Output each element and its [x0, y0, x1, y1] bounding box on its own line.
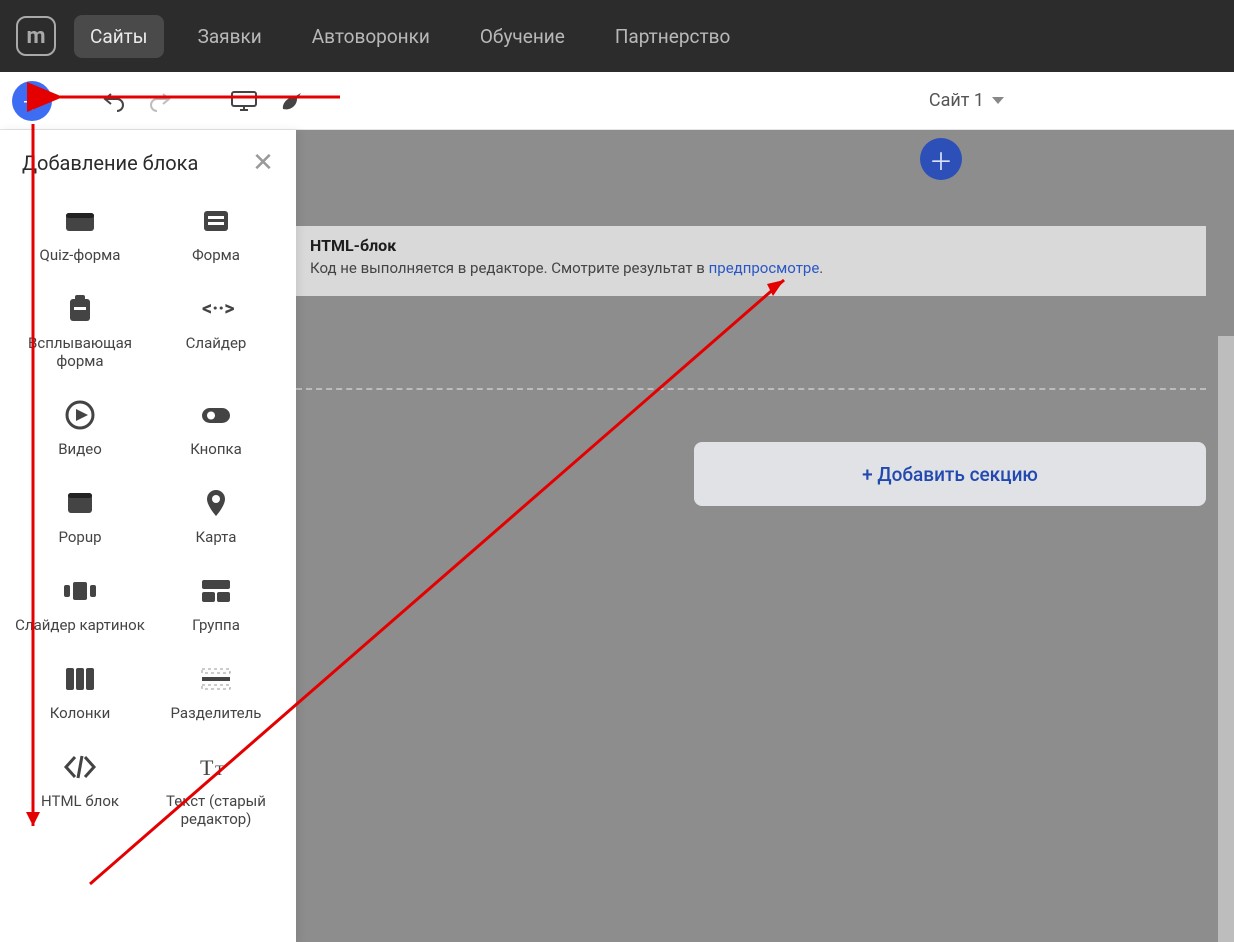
clipboard-icon [61, 292, 99, 326]
block-option-clipboard[interactable]: Всплывающая форма [14, 292, 146, 370]
add-block-button[interactable]: ＋ [12, 81, 52, 121]
block-option-columns[interactable]: Колонки [14, 662, 146, 722]
editor-toolbar: ＋ Сайт 1 [0, 72, 1234, 130]
block-option-group[interactable]: Группа [150, 574, 282, 634]
slider-icon: <··> [197, 292, 235, 326]
columns-icon [61, 662, 99, 696]
preview-link[interactable]: предпросмотре [709, 259, 820, 277]
top-nav: m Сайты Заявки Автоворонки Обучение Парт… [0, 0, 1234, 72]
html-block-note: Код не выполняется в редакторе. Смотрите… [310, 259, 1192, 277]
logo-icon[interactable]: m [16, 16, 56, 56]
block-option-carousel[interactable]: Слайдер картинок [14, 574, 146, 634]
desktop-view-icon[interactable] [228, 85, 260, 117]
nav-item-sites[interactable]: Сайты [74, 15, 164, 58]
block-option-label: Popup [58, 528, 101, 546]
button-icon [197, 398, 235, 432]
block-option-divider[interactable]: Разделитель [150, 662, 282, 722]
svg-text:T: T [215, 763, 224, 779]
svg-text:<··>: <··> [202, 296, 234, 320]
block-option-popup[interactable]: Popup [14, 486, 146, 546]
block-option-label: Разделитель [171, 704, 262, 722]
block-option-form[interactable]: Форма [150, 204, 282, 264]
popup-icon [61, 486, 99, 520]
html-block-title: HTML-блок [310, 236, 1192, 255]
block-option-code[interactable]: HTML блок [14, 750, 146, 828]
block-option-label: Текст (старый редактор) [150, 792, 282, 828]
text-icon: TT [197, 750, 235, 784]
add-block-panel: Добавление блока ✕ Quiz-форма Форма Всплыв… [0, 130, 296, 942]
site-selector-label: Сайт 1 [929, 90, 984, 111]
form-icon [197, 204, 235, 238]
block-option-text[interactable]: TT Текст (старый редактор) [150, 750, 282, 828]
block-option-card[interactable]: Quiz-форма [14, 204, 146, 264]
nav-item-partnership[interactable]: Партнерство [599, 15, 746, 58]
pin-icon [197, 486, 235, 520]
block-option-slider[interactable]: <··> Слайдер [150, 292, 282, 370]
divider-icon [197, 662, 235, 696]
block-option-label: HTML блок [41, 792, 119, 810]
carousel-icon [61, 574, 99, 608]
card-icon [61, 204, 99, 238]
block-option-label: Quiz-форма [40, 246, 121, 264]
block-option-label: Видео [58, 440, 102, 458]
site-selector[interactable]: Сайт 1 [929, 90, 1004, 111]
block-option-label: Карта [196, 528, 237, 546]
html-block-placeholder[interactable]: HTML-блок Код не выполняется в редакторе… [296, 226, 1206, 296]
group-icon [197, 574, 235, 608]
block-option-label: Слайдер [186, 334, 247, 352]
block-option-label: Кнопка [190, 440, 242, 458]
canvas-scrollbar[interactable] [1218, 336, 1234, 942]
block-option-pin[interactable]: Карта [150, 486, 282, 546]
undo-icon[interactable] [98, 85, 130, 117]
block-option-button[interactable]: Кнопка [150, 398, 282, 458]
block-option-play[interactable]: Видео [14, 398, 146, 458]
chevron-down-icon [992, 97, 1004, 104]
add-section-button[interactable]: + Добавить секцию [694, 442, 1206, 506]
redo-icon[interactable] [144, 85, 176, 117]
section-divider [296, 388, 1206, 390]
svg-text:T: T [200, 755, 214, 780]
block-option-label: Всплывающая форма [14, 334, 146, 370]
block-option-label: Группа [192, 616, 240, 634]
theme-icon[interactable] [274, 85, 306, 117]
nav-item-learning[interactable]: Обучение [464, 15, 581, 58]
play-icon [61, 398, 99, 432]
panel-title: Добавление блока [22, 151, 198, 175]
nav-item-requests[interactable]: Заявки [182, 15, 278, 58]
block-option-label: Слайдер картинок [15, 616, 145, 634]
add-block-fab-canvas[interactable]: ＋ [920, 138, 962, 180]
block-option-label: Форма [192, 246, 240, 264]
block-option-label: Колонки [50, 704, 111, 722]
close-icon[interactable]: ✕ [248, 148, 278, 178]
nav-item-autofunnels[interactable]: Автоворонки [296, 15, 446, 58]
code-icon [61, 750, 99, 784]
